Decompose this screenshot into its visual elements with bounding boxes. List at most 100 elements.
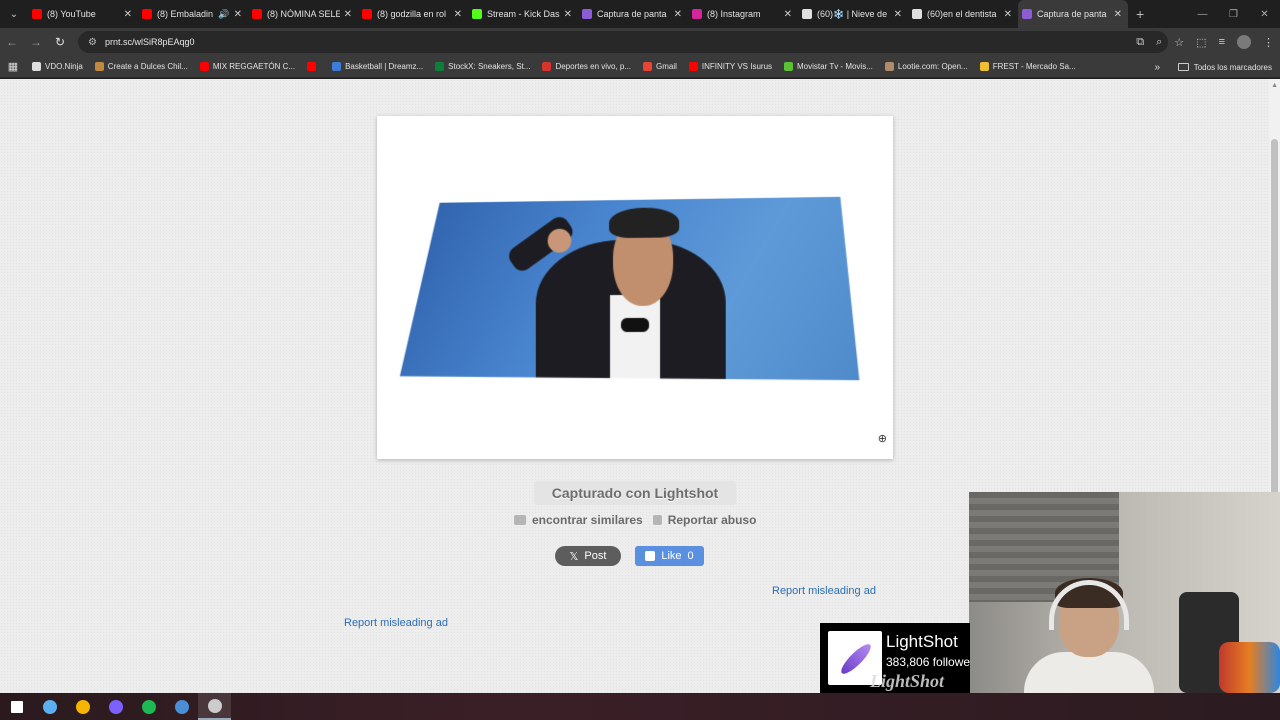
bookmark-item[interactable]: INFINITY VS Isurus xyxy=(683,62,778,71)
chrome-icon[interactable] xyxy=(66,693,99,720)
bookmark-favicon-icon xyxy=(643,62,653,71)
tab-title: (60)en el dentista xyxy=(927,9,997,19)
bookmark-item[interactable]: Gmail xyxy=(637,62,683,71)
report-misleading-ad-link[interactable]: Report misleading ad xyxy=(344,617,448,629)
tab-title: Captura de panta xyxy=(597,9,667,19)
bookmark-item[interactable]: Movistar Tv - Movis... xyxy=(778,62,879,71)
bookmark-item[interactable]: Create a Dulces Chil... xyxy=(89,62,194,71)
forward-button[interactable]: → xyxy=(24,30,48,54)
close-tab-icon[interactable]: ✕ xyxy=(234,9,242,20)
copilot-icon[interactable] xyxy=(33,693,66,720)
tab-3[interactable]: (8) godzilla en rol ✕ xyxy=(358,0,468,28)
all-bookmarks-label: Todos los marcadores xyxy=(1193,62,1272,72)
tab-search-menu-button[interactable]: ⌄ xyxy=(0,0,28,28)
report-abuse-link[interactable]: Reportar abuso xyxy=(652,513,756,527)
tab-favicon-icon xyxy=(1022,9,1032,19)
obs-icon[interactable] xyxy=(198,693,231,720)
bookmark-item[interactable]: Basketball | Dreamz... xyxy=(326,62,429,71)
tab-title: (8) Instagram xyxy=(707,9,761,19)
new-tab-button[interactable]: + xyxy=(1136,6,1144,22)
apps-grid-icon[interactable]: ▦ xyxy=(0,60,26,73)
bookmark-label: Deportes en vivo, p... xyxy=(555,62,632,71)
install-app-icon[interactable]: ⧉ xyxy=(1136,36,1144,49)
bookmark-favicon-icon xyxy=(884,62,894,71)
screenshot-image[interactable] xyxy=(400,197,860,381)
windows-start-icon[interactable] xyxy=(0,693,33,720)
tab-0[interactable]: (8) YouTube ✕ xyxy=(28,0,138,28)
thumbs-up-icon xyxy=(645,551,656,561)
x-logo-icon: 𝕏 xyxy=(569,550,579,563)
more-bookmarks-button[interactable]: » xyxy=(1154,56,1160,78)
channel-name: LightShot xyxy=(886,632,958,651)
address-url: prnt.sc/wlSiR8pEAqg0 xyxy=(104,37,195,47)
close-tab-icon[interactable]: ✕ xyxy=(1004,9,1012,20)
post-button[interactable]: 𝕏 Post xyxy=(555,546,621,566)
tab-7[interactable]: (60)❄️ | Nieve de ✕ xyxy=(798,0,908,28)
close-tab-icon[interactable]: ✕ xyxy=(784,9,792,20)
bookmark-favicon-icon xyxy=(784,62,794,71)
bookmark-item[interactable]: FREST - Mercado Sa... xyxy=(974,62,1082,71)
steam-icon[interactable] xyxy=(165,693,198,720)
tab-8[interactable]: (60)en el dentista ✕ xyxy=(908,0,1018,28)
bookmark-item[interactable]: VDO.Ninja xyxy=(26,62,89,71)
tab-2[interactable]: (8) NÓMINA SELE ✕ xyxy=(248,0,358,28)
bookmark-label: StockX: Sneakers, St... xyxy=(448,62,531,71)
bookmark-label: Movistar Tv - Movis... xyxy=(797,62,873,71)
close-tab-icon[interactable]: ✕ xyxy=(1114,9,1122,20)
bookmark-favicon-icon xyxy=(32,62,41,71)
speaker-icon[interactable]: 🔊 xyxy=(218,9,229,20)
lightshot-watermark: LightShot xyxy=(870,671,945,691)
tab-9[interactable]: Captura de panta ✕ xyxy=(1018,0,1128,28)
tab-title: Stream - Kick Das xyxy=(487,9,560,19)
reload-button[interactable]: ↻ xyxy=(48,30,72,54)
close-tab-icon[interactable]: ✕ xyxy=(344,9,352,20)
tab-5[interactable]: Captura de panta ✕ xyxy=(578,0,688,28)
back-button[interactable]: ← xyxy=(0,30,24,54)
address-bar[interactable]: ⚙ prnt.sc/wlSiR8pEAqg0 xyxy=(78,31,1168,53)
find-similar-link[interactable]: encontrar similares xyxy=(514,513,643,527)
tab-favicon-icon xyxy=(142,9,152,19)
bookmark-favicon-icon xyxy=(688,62,698,71)
profile-avatar[interactable] xyxy=(1237,35,1251,49)
tab-1[interactable]: (8) Embaladin 🔊 ✕ xyxy=(138,0,248,28)
bookmarks-bar: ▦ VDO.Ninja Create a Dulces Chil... MIX RE… xyxy=(0,56,1280,78)
bookmark-label: Lootie.com: Open... xyxy=(897,62,968,71)
close-tab-icon[interactable]: ✕ xyxy=(454,9,462,20)
bookmark-label: Basketball | Dreamz... xyxy=(345,62,424,71)
zoom-in-icon[interactable]: ⊕ xyxy=(878,432,887,445)
like-button[interactable]: Like 0 xyxy=(635,546,704,566)
close-tab-icon[interactable]: ✕ xyxy=(674,9,682,20)
bookmark-star-icon[interactable]: ☆ xyxy=(1174,36,1184,49)
tab-favicon-icon xyxy=(362,9,372,19)
spotify-icon[interactable] xyxy=(132,693,165,720)
media-controls-icon[interactable]: ≡ xyxy=(1219,36,1225,48)
close-tab-icon[interactable]: ✕ xyxy=(124,9,132,20)
bookmark-item[interactable]: Lootie.com: Open... xyxy=(879,62,974,71)
tab-6[interactable]: (8) Instagram ✕ xyxy=(688,0,798,28)
captured-with-lightshot: Capturado con Lightshot xyxy=(534,481,736,505)
scroll-up-icon[interactable]: ▲ xyxy=(1271,82,1278,89)
zoom-icon[interactable]: ⌕ xyxy=(1156,36,1162,49)
restore-button[interactable]: ❐ xyxy=(1218,0,1249,28)
bookmark-item[interactable]: StockX: Sneakers, St... xyxy=(429,62,536,71)
site-info-icon[interactable]: ⚙ xyxy=(88,37,97,48)
bookmark-item[interactable] xyxy=(301,62,326,71)
discord-chrome-icon[interactable] xyxy=(99,693,132,720)
bookmark-label: FREST - Mercado Sa... xyxy=(992,62,1076,71)
minimize-button[interactable]: — xyxy=(1187,0,1218,28)
extensions-icon[interactable]: ⬚ xyxy=(1196,36,1206,49)
bookmark-item[interactable]: Deportes en vivo, p... xyxy=(536,62,637,71)
screenshot-card: ⊕ xyxy=(377,116,893,459)
bookmark-item[interactable]: MIX REGGAETÓN C... xyxy=(194,62,301,71)
bookmark-label: INFINITY VS Isurus xyxy=(701,62,773,71)
close-window-button[interactable]: ✕ xyxy=(1249,0,1280,28)
close-tab-icon[interactable]: ✕ xyxy=(564,9,572,20)
bookmark-favicon-icon xyxy=(94,62,104,71)
all-bookmarks-button[interactable]: Todos los marcadores xyxy=(1177,56,1272,78)
image-actions: encontrar similares Reportar abuso xyxy=(514,513,756,527)
report-misleading-ad-link[interactable]: Report misleading ad xyxy=(772,585,876,597)
feather-icon xyxy=(837,640,875,678)
close-tab-icon[interactable]: ✕ xyxy=(894,9,902,20)
kebab-menu-icon[interactable]: ⋮ xyxy=(1263,36,1274,49)
tab-4[interactable]: Stream - Kick Das ✕ xyxy=(468,0,578,28)
